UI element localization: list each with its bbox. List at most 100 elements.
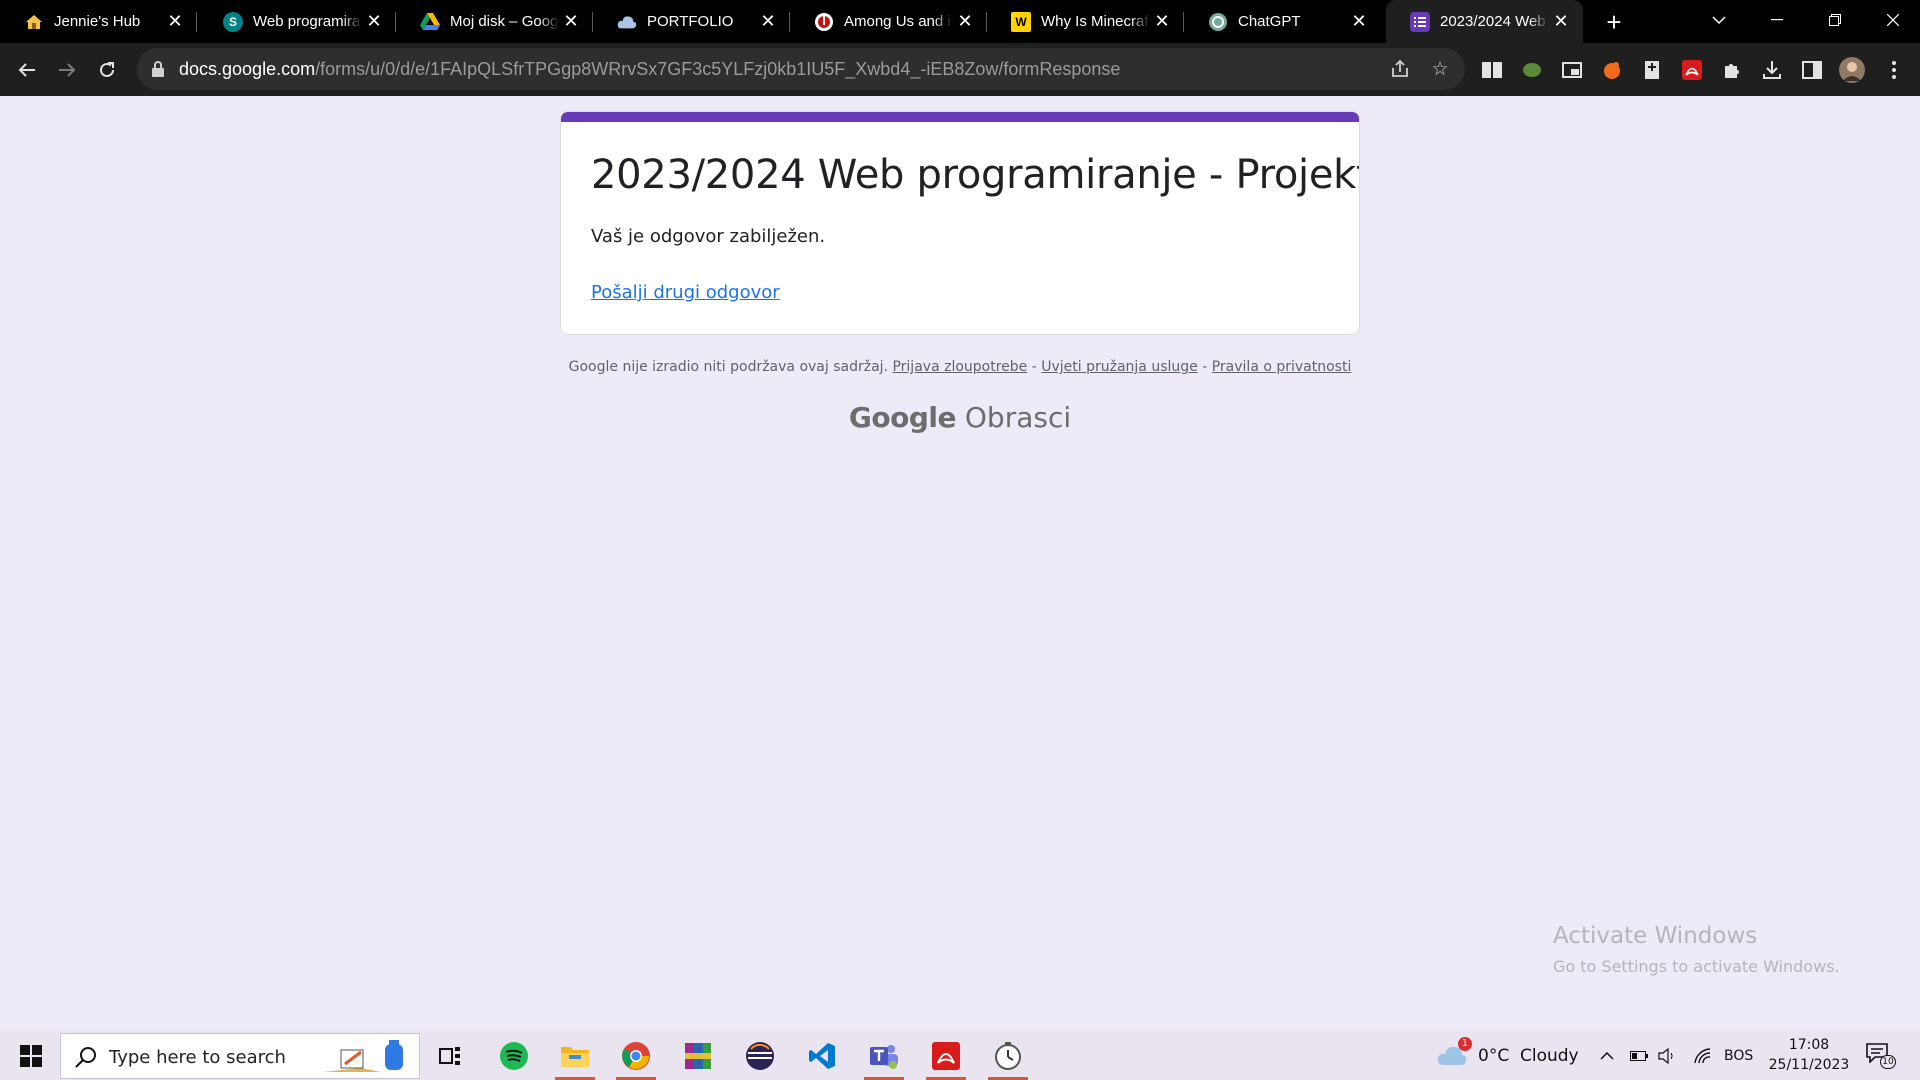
new-tab-button[interactable]: + [1598,6,1630,38]
tab-jennies-hub[interactable]: Jennie's Hub ✕ [0,0,197,43]
address-bar[interactable]: docs.google.com/forms/u/0/d/e/1FAIpQLSfr… [137,48,1465,90]
acrobat-icon[interactable] [924,1037,968,1080]
bookmark-star-icon[interactable]: ☆ [1427,56,1453,82]
close-icon[interactable]: ✕ [1549,10,1573,34]
tab-web-programiranje[interactable]: S Web programiranje ✕ [199,0,396,43]
close-window-button[interactable] [1864,0,1920,40]
tab-minecraft[interactable]: W Why Is Minecraft ✕ [987,0,1184,43]
reading-list-icon[interactable] [1478,56,1506,84]
input-language-indicator[interactable]: BOS [1724,1031,1753,1080]
task-view-icon[interactable] [428,1037,472,1075]
search-icon [75,1046,97,1074]
tab-google-drive[interactable]: Moj disk – Google Disk ✕ [396,0,593,43]
cloud-icon [617,12,637,32]
file-explorer-icon[interactable] [553,1037,597,1080]
profile-avatar[interactable] [1838,56,1866,84]
minimize-button[interactable] [1748,0,1806,40]
privacy-policy-link[interactable]: Pravila o privatnosti [1212,359,1352,375]
spotify-icon[interactable] [492,1037,536,1075]
show-hidden-icons-button[interactable] [1600,1031,1614,1080]
notification-count-badge: 10 [1880,1054,1896,1069]
side-panel-icon[interactable] [1798,56,1826,84]
w-icon: W [1011,11,1031,32]
sharepoint-icon: S [223,11,243,32]
reload-button[interactable] [90,53,124,87]
form-accent-bar [561,112,1359,122]
extension-green-icon[interactable] [1518,56,1546,84]
volume-icon[interactable] [1658,1031,1676,1080]
product-name: Obrasci [964,401,1072,434]
tab-portfolio[interactable]: PORTFOLIO ✕ [593,0,790,43]
notification-center-button[interactable]: 10 [1866,1031,1896,1080]
close-icon[interactable]: ✕ [362,10,386,34]
form-footer: Google nije izradio niti podržava ovaj s… [560,359,1360,375]
share-icon[interactable] [1387,56,1413,82]
search-placeholder: Type here to search [109,1047,286,1068]
tab-title: Jennie's Hub [54,13,141,30]
battery-icon[interactable] [1630,1031,1648,1080]
tab-among-us[interactable]: Among Us and its ✕ [790,0,987,43]
tab-title: Web programiranje [253,13,362,30]
footer-disclaimer: Google nije izradio niti podržava ovaj s… [568,359,889,375]
report-abuse-link[interactable]: Prijava zloupotrebe [892,359,1027,375]
google-forms-icon [1410,11,1430,32]
chrome-menu-icon[interactable] [1880,56,1908,84]
windows-logo-icon [20,1044,42,1067]
forward-button[interactable] [50,53,84,87]
close-icon[interactable]: ✕ [1347,10,1371,34]
cloud-weather-icon: 1 [1436,1036,1472,1069]
winrar-icon[interactable] [676,1037,720,1075]
weather-alert-badge: 1 [1458,1036,1472,1051]
tab-title: Among Us and its [844,13,953,30]
start-button[interactable] [8,1031,54,1080]
clock-date: 25/11/2023 [1768,1057,1850,1073]
teams-icon[interactable] [862,1037,906,1080]
tab-title: Why Is Minecraft [1041,13,1150,30]
extensions-puzzle-icon[interactable] [1718,56,1746,84]
tab-search-button[interactable] [1690,0,1748,40]
confirmation-message: Vaš je odgovor zabilježen. [591,226,826,247]
lock-icon[interactable] [151,60,169,78]
vscode-icon[interactable] [800,1037,844,1075]
tab-separator [196,12,197,32]
chrome-icon[interactable] [614,1037,658,1080]
weather-text: 0°C Cloudy [1478,1045,1579,1066]
close-icon[interactable]: ✕ [756,10,780,34]
acrobat-extension-icon[interactable] [1678,56,1706,84]
clock-app-icon[interactable] [986,1037,1030,1080]
back-button[interactable] [10,53,44,87]
footer-separator: - [1027,359,1042,375]
chatgpt-icon [1208,12,1228,32]
notification-icon: 10 [1866,1042,1896,1069]
eclipse-icon[interactable] [738,1037,782,1075]
close-icon[interactable]: ✕ [559,10,583,34]
browser-toolbar: docs.google.com/forms/u/0/d/e/1FAIpQLSfr… [0,43,1920,96]
url-host: docs.google.com [179,59,316,79]
picture-in-picture-icon[interactable] [1558,56,1586,84]
close-icon[interactable]: ✕ [1150,10,1174,34]
tab-chatgpt[interactable]: ChatGPT ✕ [1184,0,1381,43]
tab-google-form-active[interactable]: 2023/2024 Web prog ✕ [1386,0,1583,43]
search-highlight-illustration-icon [323,1040,403,1072]
extension-orange-icon[interactable] [1598,56,1626,84]
url-path: /forms/u/0/d/e/1FAIpQLSfrTPGgp8WRrvSx7GF… [315,59,1121,79]
download-icon[interactable] [1758,56,1786,84]
google-forms-logo[interactable]: Google Obrasci [560,401,1360,434]
taskbar-clock[interactable]: 17:08 25/11/2023 [1766,1035,1852,1075]
close-icon[interactable]: ✕ [163,10,187,34]
wifi-icon[interactable] [1693,1031,1711,1080]
footer-separator: - [1197,359,1212,375]
tab-title: PORTFOLIO [647,13,734,30]
submit-another-response-link[interactable]: Pošalji drugi odgovor [591,282,780,303]
close-icon[interactable]: ✕ [953,10,977,34]
tab-title: Moj disk – Google Disk [450,13,559,30]
weather-widget[interactable]: 1 0°C Cloudy [1436,1031,1579,1080]
taskbar-search-box[interactable]: Type here to search [60,1033,420,1079]
extension-document-icon[interactable] [1638,56,1666,84]
form-title: 2023/2024 Web programiranje - Projekti [591,152,1360,198]
terms-of-service-link[interactable]: Uvjeti pružanja usluge [1041,359,1198,375]
restore-button[interactable] [1806,0,1864,40]
url-text: docs.google.com/forms/u/0/d/e/1FAIpQLSfr… [179,59,1120,80]
house-icon [24,12,44,32]
tab-title: ChatGPT [1238,13,1301,30]
